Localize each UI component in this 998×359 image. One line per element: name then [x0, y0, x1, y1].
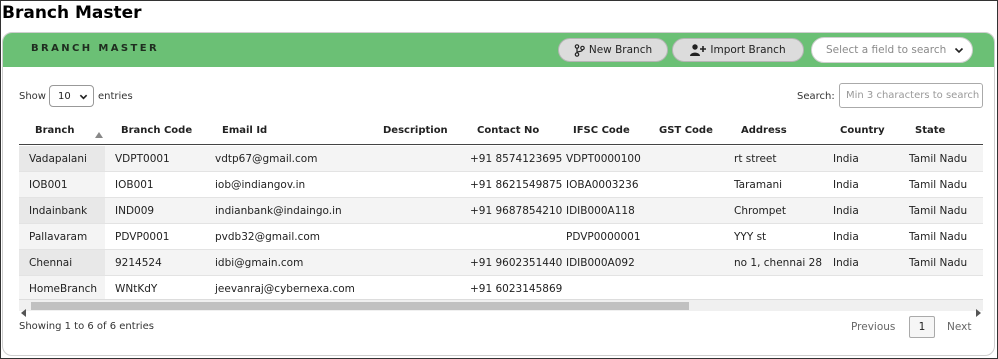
cell-address: no 1, chennai 28 [734, 257, 823, 269]
chevron-down-icon [79, 92, 88, 104]
cell-branch-code: IND009 [115, 205, 155, 217]
cell-branch-code: VDPT0001 [115, 153, 170, 165]
cell-email: jeevanraj@cybernexa.com [215, 283, 355, 295]
cell-ifsc: PDVP0000001 [566, 231, 641, 243]
add-user-icon [690, 44, 707, 56]
entries-label: entries [98, 91, 133, 102]
cell-state: Tamil Nadu [909, 205, 968, 217]
cell-ifsc: IDIB000A118 [566, 205, 635, 217]
column-header-address[interactable]: Address [741, 125, 787, 136]
table-row[interactable]: Indainbank IND009 indianbank@indaingo.in… [19, 198, 983, 224]
cell-address: rt street [734, 153, 777, 165]
cell-contact: +91 6023145869 [470, 283, 563, 295]
column-header-branch-code[interactable]: Branch Code [121, 125, 192, 136]
cell-state: Tamil Nadu [909, 257, 968, 269]
branch-icon [574, 43, 585, 57]
column-header-contact[interactable]: Contact No [477, 125, 539, 136]
import-branch-label: Import Branch [710, 44, 786, 56]
card-header: BRANCH MASTER New Branch Import Branch S… [3, 33, 994, 67]
cell-email: idbi@gmain.com [215, 257, 304, 269]
cell-branch: IOB001 [19, 172, 105, 197]
cell-contact: +91 8621549875 [470, 179, 563, 191]
cell-address: YYY st [734, 231, 767, 243]
scroll-right-icon[interactable] [975, 302, 981, 321]
search-label: Search: [797, 91, 835, 102]
table-row[interactable]: Vadapalani VDPT0001 vdtp67@gmail.com +91… [19, 146, 983, 172]
cell-ifsc: VDPT0000100 [566, 153, 641, 165]
cell-country: India [833, 231, 859, 243]
cell-branch: Chennai [19, 250, 105, 275]
page-number-button[interactable]: 1 [909, 316, 935, 338]
search-field-select[interactable]: Select a field to search [811, 37, 973, 63]
cell-email: iob@indiangov.in [215, 179, 306, 191]
cell-ifsc: IDIB000A092 [566, 257, 635, 269]
sort-ascending-icon[interactable] [95, 123, 103, 142]
cell-branch: Vadapalani [19, 146, 105, 171]
cell-country: India [833, 205, 859, 217]
column-header-state[interactable]: State [915, 125, 945, 136]
cell-email: vdtp67@gmail.com [215, 153, 318, 165]
card-title: BRANCH MASTER [31, 43, 160, 54]
cell-branch: Pallavaram [19, 224, 105, 249]
horizontal-scrollbar[interactable] [19, 299, 983, 317]
cell-ifsc: IOBA0003236 [566, 179, 639, 191]
cell-contact: +91 9687854210 [470, 205, 563, 217]
chevron-down-icon [954, 45, 964, 58]
table-row[interactable]: IOB001 IOB001 iob@indiangov.in +91 86215… [19, 172, 983, 198]
cell-branch-code: WNtKdY [115, 283, 158, 295]
cell-state: Tamil Nadu [909, 231, 968, 243]
cell-branch-code: 9214524 [115, 257, 162, 269]
cell-contact: +91 9602351440 [470, 257, 563, 269]
cell-state: Tamil Nadu [909, 153, 968, 165]
cell-branch: HomeBranch [19, 276, 105, 301]
cell-branch: Indainbank [19, 198, 105, 223]
next-page-button[interactable]: Next [947, 321, 971, 333]
page-title: Branch Master [2, 3, 142, 23]
column-header-gst[interactable]: GST Code [659, 125, 713, 136]
cell-email: pvdb32@gmail.com [215, 231, 320, 243]
column-header-country[interactable]: Country [840, 125, 885, 136]
search-input[interactable]: Min 3 characters to search [839, 83, 983, 108]
branch-master-card: BRANCH MASTER New Branch Import Branch S… [2, 32, 995, 356]
show-label: Show [19, 91, 46, 102]
column-header-ifsc[interactable]: IFSC Code [573, 125, 630, 136]
cell-country: India [833, 257, 859, 269]
branch-table: Branch Branch Code Email Id Description … [19, 117, 983, 313]
new-branch-label: New Branch [588, 44, 653, 56]
table-row[interactable]: Chennai 9214524 idbi@gmain.com +91 96023… [19, 250, 983, 276]
cell-address: Chrompet [734, 205, 786, 217]
column-header-branch[interactable]: Branch [35, 125, 74, 136]
cell-country: India [833, 179, 859, 191]
cell-state: Tamil Nadu [909, 179, 968, 191]
previous-page-button[interactable]: Previous [851, 321, 895, 333]
scrollbar-thumb[interactable] [31, 302, 689, 310]
entries-value: 10 [58, 90, 71, 102]
column-header-email[interactable]: Email Id [222, 125, 267, 136]
cell-email: indianbank@indaingo.in [215, 205, 342, 217]
cell-contact: +91 8574123695 [470, 153, 563, 165]
cell-country: India [833, 153, 859, 165]
new-branch-button[interactable]: New Branch [558, 38, 668, 62]
table-header: Branch Branch Code Email Id Description … [19, 117, 983, 145]
table-row[interactable]: Pallavaram PDVP0001 pvdb32@gmail.com PDV… [19, 224, 983, 250]
cell-branch-code: IOB001 [115, 179, 154, 191]
table-info: Showing 1 to 6 of 6 entries [19, 321, 154, 332]
scroll-left-icon[interactable] [21, 302, 27, 321]
search-field-placeholder: Select a field to search [826, 44, 947, 56]
cell-address: Taramani [734, 179, 783, 191]
import-branch-button[interactable]: Import Branch [672, 38, 804, 62]
column-header-description[interactable]: Description [383, 125, 448, 136]
entries-per-page-select[interactable]: 10 [49, 85, 94, 107]
cell-branch-code: PDVP0001 [115, 231, 170, 243]
